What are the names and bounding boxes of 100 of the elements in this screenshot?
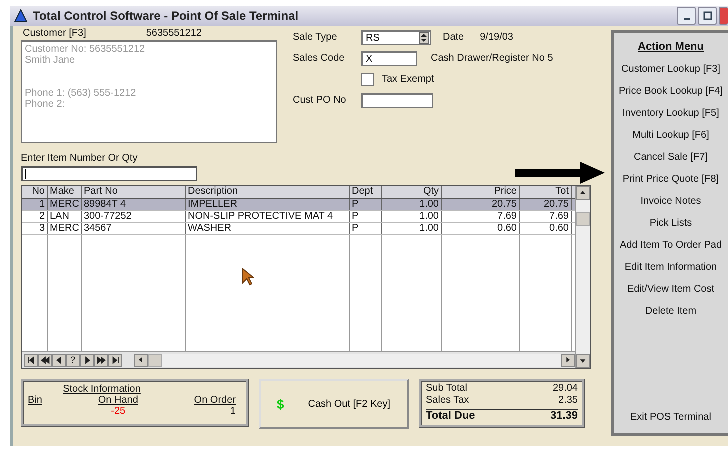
next-icon: [82, 356, 92, 364]
table-row[interactable]: 3 MERC 34567 WASHER P 1.00 0.60 0.60: [22, 223, 575, 235]
prev-button[interactable]: [52, 354, 66, 366]
column-header[interactable]: Tot: [520, 186, 572, 198]
total-value: 2.35: [558, 395, 578, 407]
customer-info-line: Phone 1: (563) 555-1212: [25, 88, 138, 99]
table-cell: 89984T 4: [82, 199, 186, 210]
cust-po-field[interactable]: [361, 93, 433, 108]
column-header[interactable]: Price: [442, 186, 520, 198]
action-menu-item[interactable]: Inventory Lookup [F5]: [622, 108, 720, 119]
sale-type-field[interactable]: RS: [361, 30, 431, 45]
vertical-scrollbar[interactable]: [575, 186, 590, 368]
total-label: Sub Total: [426, 383, 468, 395]
total-label: Total Due: [426, 410, 476, 424]
mouse-cursor-icon: [242, 268, 254, 286]
table-cell: IMPELLER: [186, 199, 350, 210]
table-cell: 1.00: [382, 199, 442, 210]
date-value: 9/19/03: [480, 32, 514, 43]
stock-information-title: Stock Information: [63, 384, 141, 395]
date-label: Date: [443, 32, 464, 43]
table-cell: 1: [22, 199, 48, 210]
exit-button[interactable]: Exit POS Terminal: [630, 412, 712, 423]
triangle-icon: [14, 9, 28, 23]
action-menu-title: Action Menu: [638, 41, 704, 53]
prev-page-button[interactable]: [38, 354, 52, 366]
maximize-icon: [702, 11, 712, 21]
next-page-button[interactable]: [94, 354, 108, 366]
column-header[interactable]: Dept: [350, 186, 382, 198]
on-hand-label: On Hand: [98, 395, 138, 406]
table-row[interactable]: 2 LAN 300-77252 NON-SLIP PROTECTIVE MAT 4 P 1.00 7.69 7.69: [22, 211, 575, 223]
action-menu-item[interactable]: Print Price Quote [F8]: [622, 174, 720, 185]
next-button[interactable]: [80, 354, 94, 366]
down-arrow-icon[interactable]: [579, 357, 587, 365]
bin-label: Bin: [28, 395, 42, 408]
action-menu-item[interactable]: Multi Lookup [F6]: [632, 130, 710, 141]
table-cell: 2: [22, 211, 48, 222]
maximize-button[interactable]: [698, 7, 717, 25]
horizontal-scrollbar[interactable]: [134, 354, 575, 366]
table-cell: P: [350, 211, 382, 222]
action-menu-item[interactable]: Edit/View Item Cost: [627, 284, 715, 295]
table-cell: LAN: [48, 211, 82, 222]
column-header[interactable]: Part No: [82, 186, 186, 198]
last-button[interactable]: [108, 354, 122, 366]
action-menu-item[interactable]: Add Item To Order Pad: [620, 240, 722, 251]
last-icon: [110, 356, 120, 364]
up-arrow-icon[interactable]: [579, 189, 587, 197]
first-button[interactable]: [24, 354, 38, 366]
action-menu-item[interactable]: Delete Item: [645, 306, 697, 317]
total-label: Sales Tax: [426, 395, 470, 407]
sales-code-field[interactable]: X: [361, 51, 417, 66]
table-cell: 0.60: [520, 223, 572, 234]
table-cell: 7.69: [520, 211, 572, 222]
cash-out-button[interactable]: $ Cash Out [F2 Key]: [259, 379, 409, 429]
help-button[interactable]: ?: [66, 354, 80, 366]
column-header[interactable]: No: [22, 186, 48, 198]
on-order-label: On Order: [194, 395, 236, 406]
tax-exempt-label: Tax Exempt: [382, 74, 434, 85]
pointer-arrow-icon: [515, 161, 605, 185]
scrollbar-thumb[interactable]: [148, 354, 162, 366]
table-cell: 34567: [82, 223, 186, 234]
column-header[interactable]: Description: [186, 186, 350, 198]
customer-info-line: Phone 2:: [25, 99, 66, 110]
table-cell: 1.00: [382, 211, 442, 222]
action-menu-item[interactable]: Cancel Sale [F7]: [634, 152, 708, 163]
action-menu-item[interactable]: Price Book Lookup [F4]: [619, 86, 723, 97]
table-cell: 7.69: [442, 211, 520, 222]
table-cell: P: [350, 223, 382, 234]
tax-exempt-checkbox[interactable]: [361, 73, 374, 86]
right-arrow-icon[interactable]: [564, 356, 572, 364]
table-cell: 20.75: [442, 199, 520, 210]
next-page-icon: [96, 356, 106, 364]
scrollbar-thumb[interactable]: [576, 212, 590, 226]
item-entry-label: Enter Item Number Or Qty: [21, 153, 138, 164]
action-menu-item[interactable]: Invoice Notes: [640, 196, 702, 207]
table-cell: NON-SLIP PROTECTIVE MAT 4: [186, 211, 350, 222]
action-menu-item[interactable]: Edit Item Information: [624, 262, 718, 273]
minimize-button[interactable]: [677, 7, 696, 25]
register-label: Cash Drawer/Register No 5: [431, 53, 554, 64]
table-cell: 20.75: [520, 199, 572, 210]
table-cell: WASHER: [186, 223, 350, 234]
column-header[interactable]: Qty: [382, 186, 442, 198]
customer-info-line: Customer No: 5635551212: [25, 44, 146, 55]
column-header[interactable]: Make: [48, 186, 82, 198]
table-row[interactable]: 1 MERC 89984T 4 IMPELLER P 1.00 20.75 20.75: [22, 199, 575, 211]
prev-icon: [54, 356, 64, 364]
table-cell: MERC: [48, 199, 82, 210]
customer-info-line: Smith Jane: [25, 55, 76, 66]
customer-label[interactable]: Customer [F3]: [23, 28, 86, 40]
sales-code-label: Sales Code: [293, 53, 346, 64]
spinner-icon[interactable]: [419, 32, 429, 44]
prev-page-icon: [40, 356, 50, 364]
action-menu-item[interactable]: Customer Lookup [F3]: [622, 64, 720, 75]
total-value: 31.39: [550, 410, 578, 424]
table-cell: 300-77252: [82, 211, 186, 222]
item-entry-field[interactable]: [21, 166, 197, 181]
first-icon: [26, 356, 36, 364]
table-cell: P: [350, 199, 382, 210]
left-arrow-icon[interactable]: [137, 356, 145, 364]
action-menu-item[interactable]: Pick Lists: [650, 218, 692, 229]
minimize-icon: [684, 18, 690, 20]
